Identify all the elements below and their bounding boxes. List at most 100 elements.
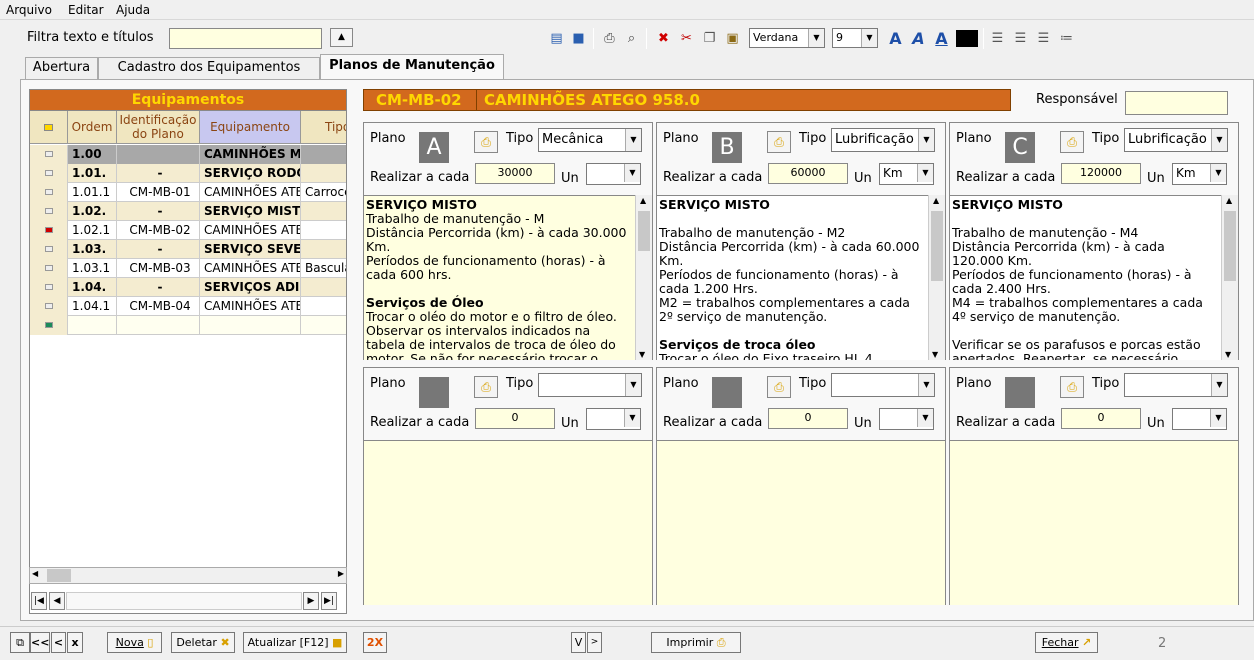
scroll-thumb[interactable] (1224, 211, 1236, 281)
interval-input[interactable]: 0 (1061, 408, 1141, 429)
row-selector[interactable] (30, 278, 68, 297)
new-window-icon[interactable]: ⧉ (10, 632, 30, 653)
tipo-select[interactable]: Mecânica ▼ (538, 128, 642, 152)
interval-input[interactable]: 120000 (1061, 163, 1141, 184)
tipo-select[interactable]: ▼ (831, 373, 935, 397)
cell-equip[interactable]: CAMINHÕES ATEGO (200, 221, 301, 240)
close-record-button[interactable]: x (67, 632, 83, 653)
print-plan-button[interactable]: ⎙ (474, 131, 498, 153)
unit-select[interactable]: Km ▼ (879, 163, 934, 185)
print-plan-button[interactable]: ⎙ (1060, 376, 1084, 398)
zoom-icon[interactable]: ⌕ (622, 29, 641, 48)
cell-ordem[interactable]: 1.02. (68, 202, 117, 221)
responsavel-input[interactable] (1125, 91, 1228, 115)
table-row[interactable]: 1.02.1CM-MB-02CAMINHÕES ATEGO (30, 221, 346, 240)
interval-input[interactable]: 0 (768, 408, 848, 429)
plan-description[interactable]: SERVIÇO MISTO Trabalho de manutenção - M… (657, 195, 945, 360)
first-button[interactable]: << (30, 632, 50, 653)
interval-input[interactable]: 60000 (768, 163, 848, 184)
tipo-select[interactable]: ▼ (538, 373, 642, 397)
scroll-down-icon[interactable]: ▼ (1225, 350, 1231, 359)
cell-id[interactable]: - (117, 278, 200, 297)
cell-tipo[interactable] (301, 202, 346, 221)
description-scrollbar[interactable]: ▲ ▼ (635, 195, 652, 360)
plan-description[interactable] (950, 440, 1238, 605)
align-left-icon[interactable]: ☰ (988, 29, 1007, 48)
font-select[interactable]: Verdana ▼ (749, 28, 825, 48)
cell-ordem[interactable]: 1.00 (68, 145, 117, 164)
align-center-icon[interactable]: ☰ (1011, 29, 1030, 48)
scroll-up-icon[interactable]: ▲ (640, 196, 646, 205)
tipo-select[interactable]: Lubrificação ▼ (831, 128, 935, 152)
unit-select[interactable]: ▼ (1172, 408, 1227, 430)
cell-id[interactable]: CM-MB-03 (117, 259, 200, 278)
next-button[interactable]: > (587, 632, 602, 653)
italic-icon[interactable]: A (909, 29, 928, 48)
filter-up-button[interactable]: ▲ (330, 28, 353, 47)
row-selector[interactable] (30, 164, 68, 183)
first-record-icon[interactable]: |◀ (31, 592, 47, 610)
scroll-thumb[interactable] (47, 569, 71, 582)
col-ordem[interactable]: Ordem (68, 111, 117, 144)
print-icon[interactable]: ⎙ (600, 29, 619, 48)
cell-equip[interactable]: SERVIÇO MISTO (200, 202, 301, 221)
bold-icon[interactable]: A (886, 29, 905, 48)
cell-ordem[interactable]: 1.04. (68, 278, 117, 297)
cell-id[interactable]: CM-MB-04 (117, 297, 200, 316)
last-record-icon[interactable]: ▶| (321, 592, 337, 610)
align-right-icon[interactable]: ☰ (1034, 29, 1053, 48)
nova-button[interactable]: Nova ▯ (107, 632, 162, 653)
interval-input[interactable]: 30000 (475, 163, 555, 184)
print-preview-icon[interactable]: ▤ (547, 29, 566, 48)
underline-icon[interactable]: A (932, 29, 951, 48)
print-plan-button[interactable]: ⎙ (767, 131, 791, 153)
table-row[interactable]: 1.04.-SERVIÇOS ADICIONAIS (30, 278, 346, 297)
cell-tipo[interactable]: Carroceria (301, 183, 346, 202)
scroll-thumb[interactable] (931, 211, 943, 281)
menu-ajuda[interactable]: Ajuda (116, 3, 150, 17)
cell-equip[interactable]: CAMINHÕES ATEGO (200, 259, 301, 278)
menu-arquivo[interactable]: Arquivo (6, 3, 52, 17)
row-selector[interactable] (30, 183, 68, 202)
cell-equip[interactable] (200, 316, 301, 335)
cell-id[interactable]: CM-MB-01 (117, 183, 200, 202)
table-row[interactable]: 1.01.1CM-MB-01CAMINHÕES ATEGOCarroceria (30, 183, 346, 202)
cell-id[interactable]: CM-MB-02 (117, 221, 200, 240)
next-record-icon[interactable]: ▶ (303, 592, 319, 610)
plan-description[interactable]: SERVIÇO MISTO Trabalho de manutenção - M … (364, 195, 652, 360)
cell-id[interactable] (117, 145, 200, 164)
delete-icon[interactable]: ✖ (654, 29, 673, 48)
cell-tipo[interactable]: Basculante (301, 259, 346, 278)
scroll-thumb[interactable] (638, 211, 650, 251)
row-selector[interactable] (30, 221, 68, 240)
imprimir-button[interactable]: Imprimir ⎙ (651, 632, 741, 653)
plan-description[interactable] (657, 440, 945, 605)
unit-select[interactable]: Km ▼ (1172, 163, 1227, 185)
col-equipamento[interactable]: Equipamento (200, 111, 301, 144)
table-row[interactable]: 1.03.-SERVIÇO SEVERO (30, 240, 346, 259)
prev-record-icon[interactable]: ◀ (49, 592, 65, 610)
size-select[interactable]: 9 ▼ (832, 28, 878, 48)
plan-description[interactable]: SERVIÇO MISTO Trabalho de manutenção - M… (950, 195, 1238, 360)
cell-ordem[interactable]: 1.04.1 (68, 297, 117, 316)
scroll-right-icon[interactable]: ▶ (338, 569, 344, 578)
table-row[interactable]: 1.01.-SERVIÇO RODOVIÁRIO (30, 164, 346, 183)
fechar-button[interactable]: Fechar ↗ (1035, 632, 1098, 653)
cell-id[interactable]: - (117, 240, 200, 259)
cell-equip[interactable]: CAMINHÕES ATEGO (200, 183, 301, 202)
v-button[interactable]: V (571, 632, 586, 653)
paste-icon[interactable]: ▣ (723, 29, 742, 48)
col-tipo[interactable]: Tipo (301, 111, 346, 144)
atualizar-button[interactable]: Atualizar [F12] ■ (243, 632, 347, 653)
tipo-select[interactable]: Lubrificação ▼ (1124, 128, 1228, 152)
cell-ordem[interactable]: 1.03. (68, 240, 117, 259)
table-row[interactable]: 1.02. - SERVIÇO MISTO (30, 202, 346, 221)
deletar-button[interactable]: Deletar ✖ (171, 632, 235, 653)
cell-ordem[interactable] (68, 316, 117, 335)
description-scrollbar[interactable]: ▲ ▼ (1221, 195, 1238, 360)
unit-select[interactable]: ▼ (586, 163, 641, 185)
menu-editar[interactable]: Editar (68, 3, 104, 17)
table-row[interactable]: 1.04.1CM-MB-04CAMINHÕES ATEGO (30, 297, 346, 316)
cell-tipo[interactable] (301, 297, 346, 316)
unit-select[interactable]: ▼ (586, 408, 641, 430)
